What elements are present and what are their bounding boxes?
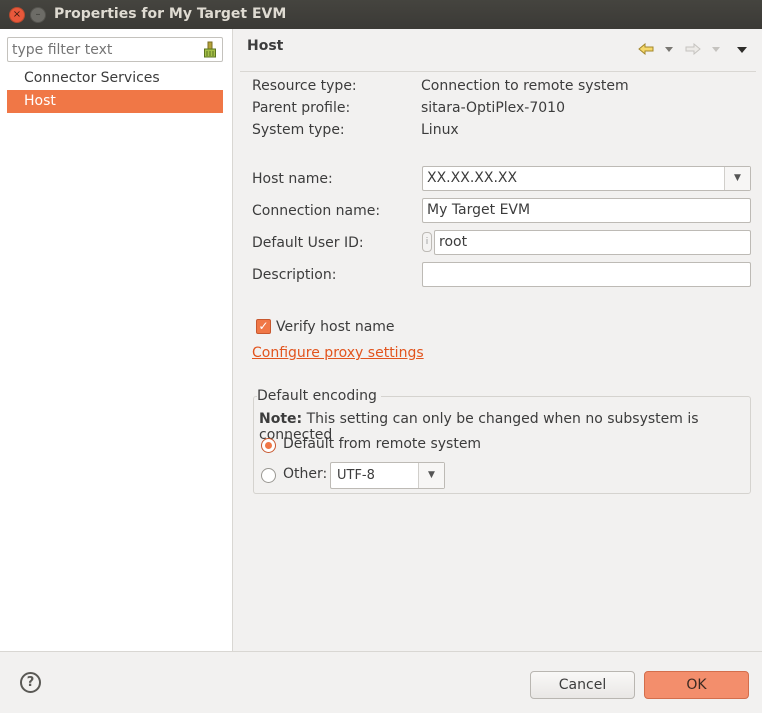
checkmark-icon: ✓ (258, 319, 269, 333)
other-encoding-radio[interactable] (261, 468, 276, 483)
help-icon: ? (26, 675, 35, 690)
dialog-footer: ? Cancel OK (0, 651, 762, 713)
other-encoding-label[interactable]: Other: (283, 466, 327, 482)
system-type-value: Linux (421, 122, 459, 138)
resource-type-label: Resource type: (252, 78, 357, 94)
page-title: Host (247, 38, 284, 54)
default-encoding-title: Default encoding (257, 388, 381, 404)
back-history-dropdown-icon[interactable] (665, 47, 673, 52)
verify-host-name-label[interactable]: Verify host name (276, 319, 395, 335)
page-header: Host (234, 29, 762, 71)
host-name-value: XX.XX.XX.XX (427, 170, 518, 186)
default-user-id-field[interactable]: root (434, 230, 751, 255)
chevron-down-icon: ▼ (734, 173, 741, 183)
filter-input[interactable] (8, 38, 188, 61)
forward-history-dropdown-icon[interactable] (712, 47, 720, 52)
ok-button[interactable]: OK (644, 671, 749, 699)
sidebar-item-label: Connector Services (24, 70, 160, 86)
chevron-down-icon: ▼ (428, 470, 435, 480)
view-menu-icon[interactable] (737, 47, 747, 53)
window-title: Properties for My Target EVM (54, 6, 287, 22)
minimize-icon: – (35, 9, 41, 20)
close-icon: × (12, 9, 22, 20)
header-divider (240, 71, 756, 72)
default-user-id-value: root (439, 234, 468, 250)
filter-box (7, 37, 223, 62)
host-name-dropdown-button[interactable]: ▼ (724, 167, 750, 190)
close-window-button[interactable]: × (9, 7, 25, 23)
other-encoding-combo[interactable]: UTF-8 ▼ (330, 462, 445, 489)
preference-tree-pane: Connector Services Host (0, 29, 233, 651)
host-name-label: Host name: (252, 171, 333, 187)
other-encoding-dropdown-button[interactable]: ▼ (418, 463, 444, 488)
clear-filter-icon[interactable] (203, 41, 217, 58)
minimize-window-button[interactable]: – (30, 7, 46, 23)
host-name-combo[interactable]: XX.XX.XX.XX ▼ (422, 166, 751, 191)
window-titlebar: × – Properties for My Target EVM (0, 0, 762, 29)
default-from-remote-radio[interactable] (261, 438, 276, 453)
cancel-button[interactable]: Cancel (530, 671, 635, 699)
user-id-scope-icon[interactable]: i (422, 232, 432, 252)
configure-proxy-settings-link[interactable]: Configure proxy settings (252, 345, 424, 361)
description-field[interactable] (422, 262, 751, 287)
sidebar-item-connector-services[interactable]: Connector Services (7, 67, 223, 90)
other-encoding-value: UTF-8 (337, 468, 375, 483)
parent-profile-value: sitara-OptiPlex-7010 (421, 100, 565, 116)
back-arrow-icon[interactable] (638, 43, 654, 55)
parent-profile-label: Parent profile: (252, 100, 351, 116)
properties-page: Host Resource type: Connection to remote… (234, 29, 762, 651)
default-user-id-label: Default User ID: (252, 235, 364, 251)
system-type-label: System type: (252, 122, 345, 138)
encoding-note-bold: Note: (259, 411, 303, 427)
resource-type-value: Connection to remote system (421, 78, 629, 94)
verify-host-name-checkbox[interactable]: ✓ (256, 319, 271, 334)
sidebar-item-label: Host (24, 93, 56, 109)
help-button[interactable]: ? (20, 672, 41, 693)
connection-name-field[interactable]: My Target EVM (422, 198, 751, 223)
connection-name-value: My Target EVM (427, 202, 531, 218)
forward-arrow-icon[interactable] (685, 43, 701, 55)
connection-name-label: Connection name: (252, 203, 381, 219)
default-from-remote-label[interactable]: Default from remote system (283, 436, 481, 452)
description-label: Description: (252, 267, 337, 283)
sidebar-item-host[interactable]: Host (7, 90, 223, 113)
